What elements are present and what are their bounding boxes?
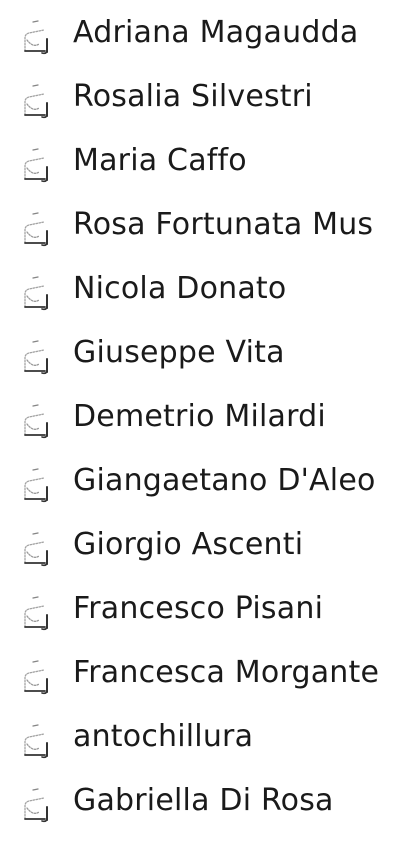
- contact-list-item[interactable]: Rosa Fortunata Mus: [0, 195, 393, 259]
- contact-name: Francesco Pisani: [73, 591, 324, 626]
- contact-name: Rosa Fortunata Mus: [73, 207, 374, 242]
- contact-list-item[interactable]: Giorgio Ascenti: [0, 515, 393, 579]
- contact-card-icon: [17, 18, 59, 56]
- contact-card-icon: [17, 530, 59, 568]
- contact-list-item[interactable]: Adriana Magaudda: [0, 3, 393, 67]
- contact-name: Giuseppe Vita: [73, 335, 285, 370]
- contact-list-item[interactable]: Francesco Pisani: [0, 579, 393, 643]
- contact-name: Adriana Magaudda: [73, 15, 359, 50]
- contact-list-item[interactable]: Rosalia Silvestri: [0, 67, 393, 131]
- contact-list-item[interactable]: Giuseppe Vita: [0, 323, 393, 387]
- contact-name: Rosalia Silvestri: [73, 79, 313, 114]
- contact-name: Giangaetano D'Aleo: [73, 463, 376, 498]
- contact-card-icon: [17, 274, 59, 312]
- contact-list-item[interactable]: Gabriella Di Rosa: [0, 771, 393, 835]
- contact-name: antochillura: [73, 719, 254, 754]
- contact-name: Demetrio Milardi: [73, 399, 326, 434]
- contact-card-icon: [17, 722, 59, 760]
- contact-card-icon: [17, 210, 59, 248]
- contact-list-item[interactable]: Francesca Morgante: [0, 643, 393, 707]
- contact-card-icon: [17, 82, 59, 120]
- contact-list: Adriana Magaudda Rosalia Silvestri Maria…: [0, 0, 393, 835]
- contact-card-icon: [17, 658, 59, 696]
- contact-list-item[interactable]: Demetrio Milardi: [0, 387, 393, 451]
- contact-card-icon: [17, 338, 59, 376]
- contact-card-icon: [17, 466, 59, 504]
- contact-list-item[interactable]: Maria Caffo: [0, 131, 393, 195]
- contact-name: Francesca Morgante: [73, 655, 380, 690]
- contact-card-icon: [17, 146, 59, 184]
- contact-list-item[interactable]: Nicola Donato: [0, 259, 393, 323]
- contact-name: Nicola Donato: [73, 271, 287, 306]
- contact-name: Maria Caffo: [73, 143, 247, 178]
- contact-card-icon: [17, 786, 59, 824]
- contact-list-item[interactable]: Giangaetano D'Aleo: [0, 451, 393, 515]
- contact-card-icon: [17, 402, 59, 440]
- contact-list-item[interactable]: antochillura: [0, 707, 393, 771]
- contact-name: Giorgio Ascenti: [73, 527, 304, 562]
- contact-card-icon: [17, 594, 59, 632]
- contact-name: Gabriella Di Rosa: [73, 783, 334, 818]
